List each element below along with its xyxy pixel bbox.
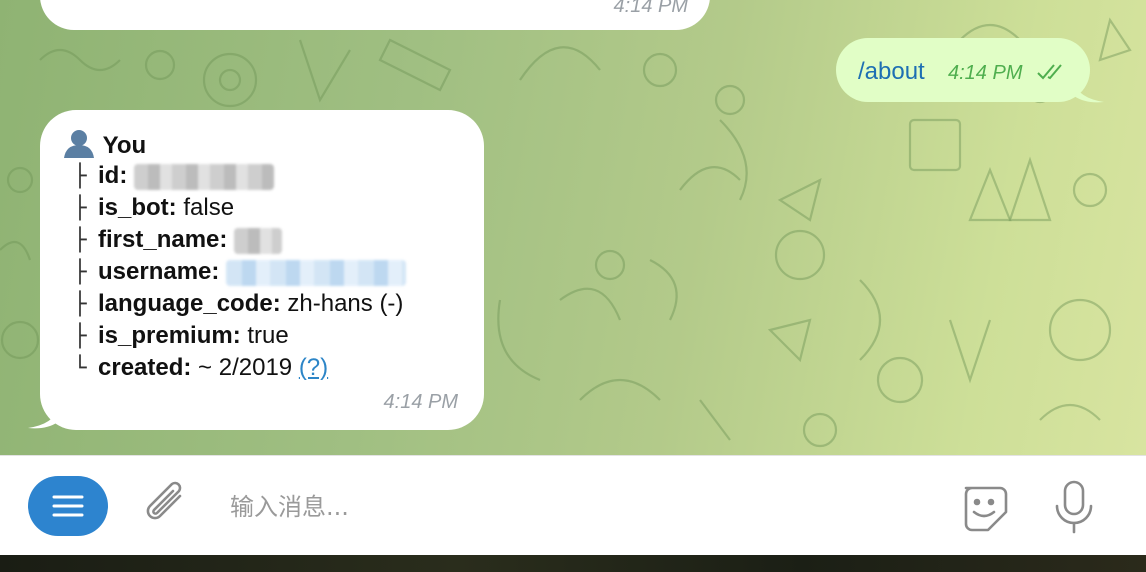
field-key: id: [98, 162, 128, 189]
redacted-value[interactable] [226, 259, 407, 286]
message-text: /about [858, 58, 925, 85]
field-value: false [183, 194, 235, 221]
field-row-id: ├ id: [62, 160, 406, 192]
paperclip-icon[interactable] [142, 480, 194, 532]
tree-branch: ├ [73, 324, 87, 349]
tree-branch: ├ [73, 164, 87, 189]
tree-branch: └ [73, 356, 87, 381]
message-composer [0, 455, 1146, 556]
field-row-created: └ created: ~ 2/2019 (?) [62, 352, 406, 384]
field-key: is_bot: [98, 194, 177, 221]
double-check-icon [1037, 64, 1062, 80]
bubble-tail [28, 408, 58, 429]
window-bottom-edge [0, 555, 1146, 572]
field-value: true [247, 322, 289, 349]
sticker-icon[interactable] [956, 480, 1012, 536]
created-help-link[interactable]: (?) [299, 354, 328, 381]
bot-menu-button[interactable] [28, 476, 108, 536]
outgoing-message-bubble[interactable]: /about 4:14 PM [836, 38, 1090, 102]
hamburger-menu-icon [52, 495, 84, 517]
field-row-is-premium: ├ is_premium: true [62, 320, 406, 352]
field-value: zh-hans (-) [287, 290, 404, 317]
message-time: 4:14 PM [383, 391, 458, 413]
redacted-value [134, 163, 274, 190]
user-info-block: You ├ id: ├ is_bot: false ├ first_name: ├ us… [62, 128, 407, 384]
tree-branch: ├ [73, 292, 87, 317]
field-key: created: [98, 354, 192, 381]
message-input[interactable] [228, 486, 932, 528]
field-key: is_premium: [98, 322, 241, 349]
info-title: You [102, 132, 147, 159]
message-time: 4:14 PM [613, 0, 688, 17]
tree-branch: ├ [73, 228, 87, 253]
tree-branch: ├ [73, 196, 87, 221]
field-key: first_name: [98, 226, 228, 253]
field-row-first-name: ├ first_name: [62, 224, 406, 256]
telegram-chat-window: 4:14 PM /about 4:14 PM You ├ id: ├ is_bo… [0, 0, 1146, 572]
field-row-language-code: ├ language_code: zh-hans (-) [62, 288, 406, 320]
tree-branch: ├ [73, 260, 87, 285]
field-key: language_code: [98, 290, 281, 317]
bubble-tail [1074, 82, 1104, 103]
redacted-value [234, 227, 283, 254]
microphone-icon[interactable] [1052, 480, 1096, 536]
field-key: username: [98, 258, 220, 285]
field-value: ~ 2/2019 [198, 354, 293, 381]
incoming-message-bubble[interactable]: You ├ id: ├ is_bot: false ├ first_name: ├ us… [40, 110, 484, 430]
previous-message-bubble[interactable]: 4:14 PM [40, 0, 710, 30]
field-row-is-bot: ├ is_bot: false [62, 192, 406, 224]
info-title-row: You [62, 128, 406, 160]
user-silhouette-icon [64, 130, 94, 158]
field-row-username: ├ username: [62, 256, 407, 288]
chat-background: 4:14 PM /about 4:14 PM You ├ id: ├ is_bo… [0, 0, 1146, 455]
message-time: 4:14 PM [948, 62, 1023, 84]
